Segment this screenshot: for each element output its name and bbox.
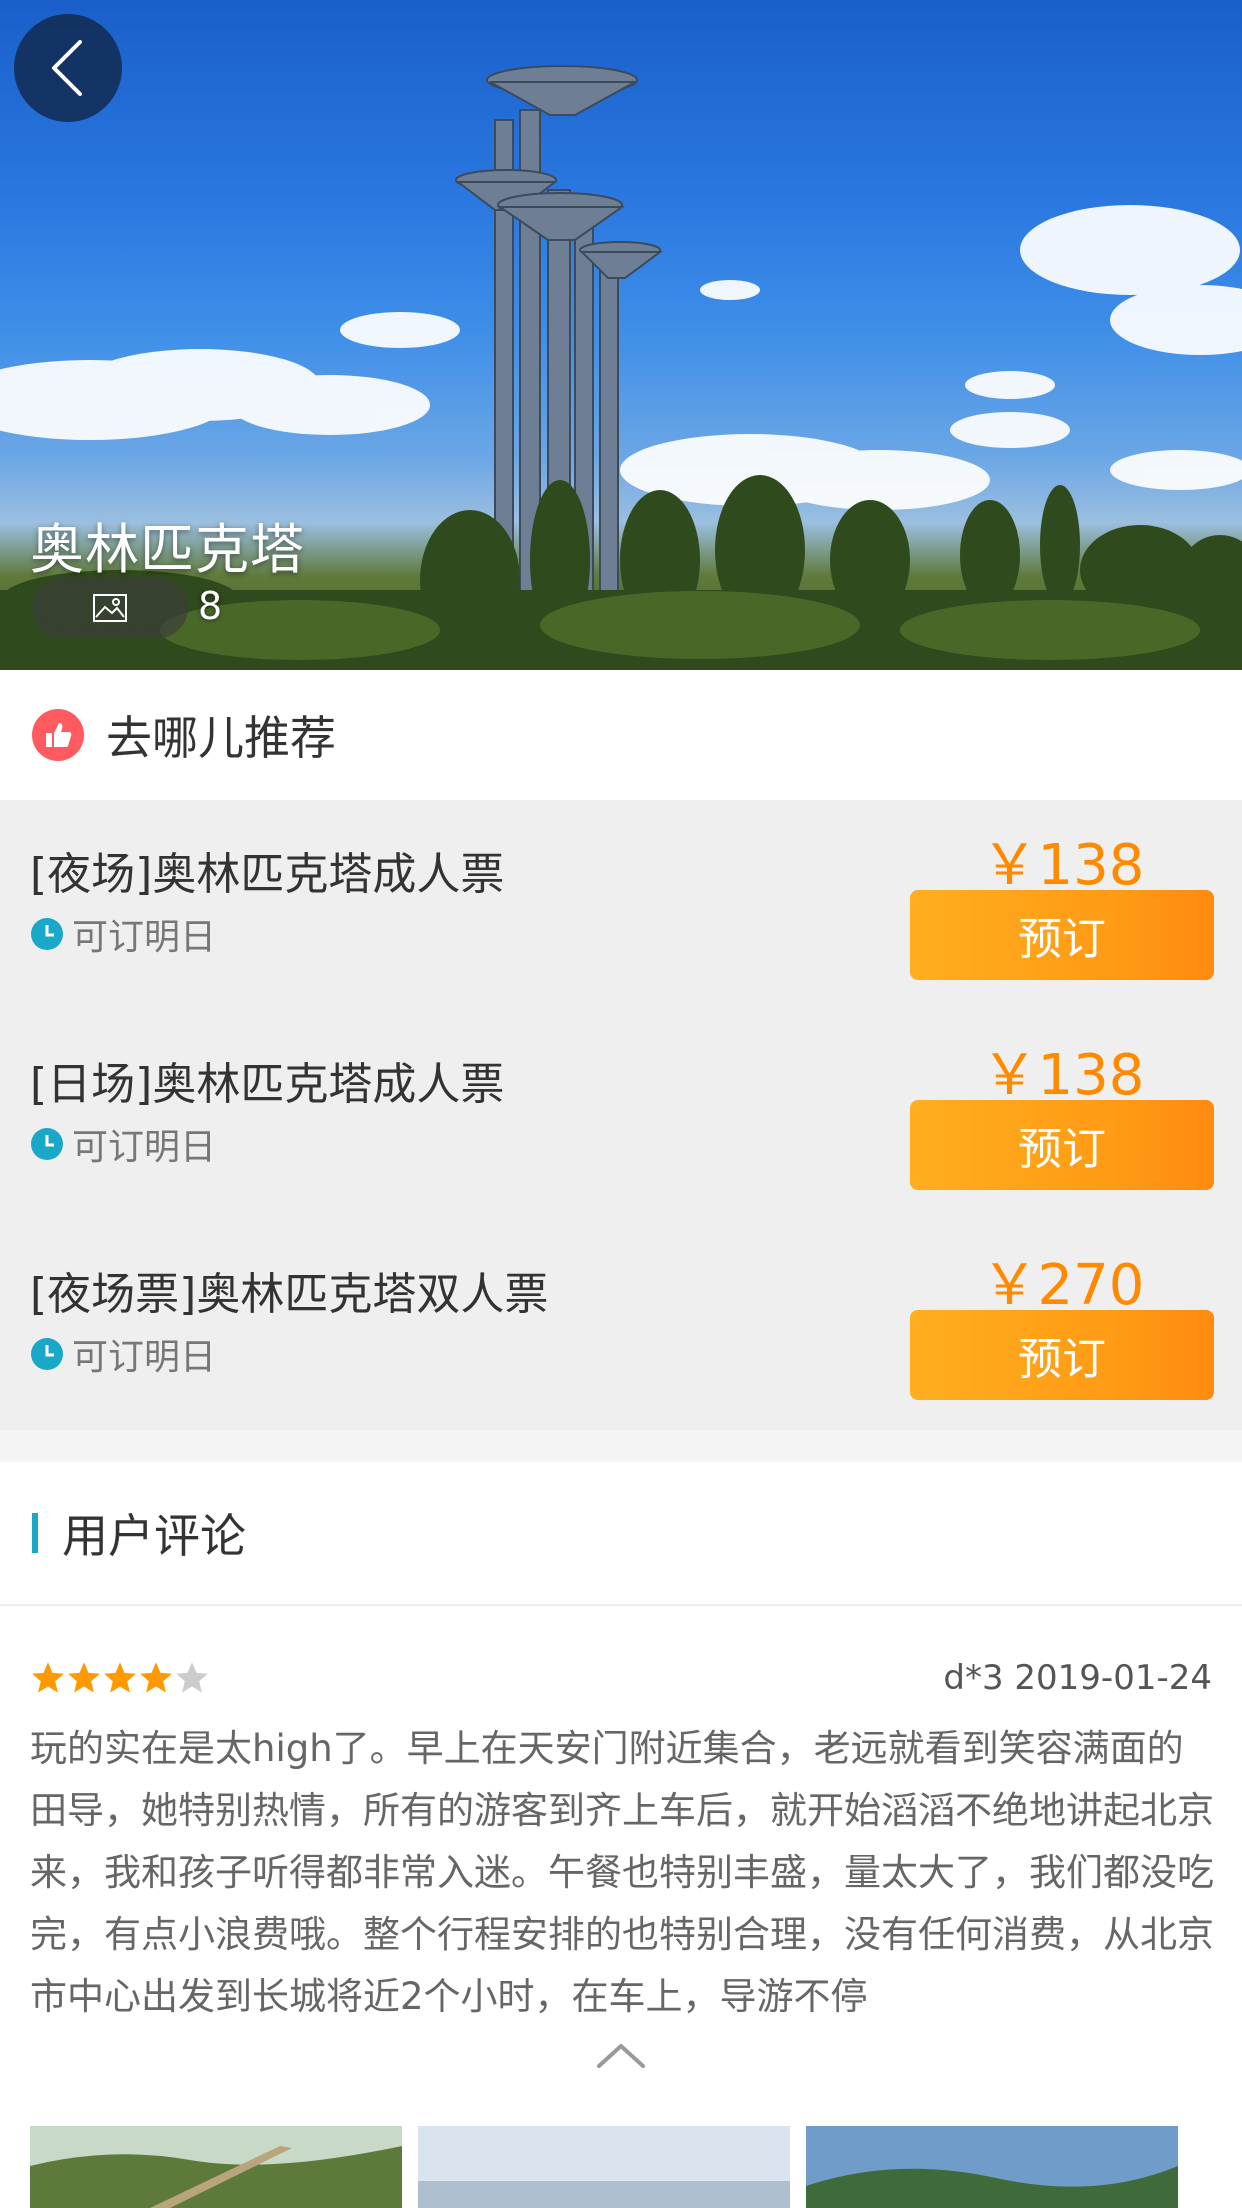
section-accent-bar xyxy=(32,1513,38,1553)
star-icon xyxy=(176,1662,208,1693)
review-text: 玩的实在是太high了。早上在天安门附近集合，老远就看到笑容满面的田导，她特别热… xyxy=(30,1727,1214,2014)
ticket-price: ￥138 xyxy=(981,833,1145,898)
attraction-title: 奥林匹克塔 xyxy=(30,518,305,581)
book-button[interactable]: 预订 xyxy=(910,1100,1214,1190)
review-photos xyxy=(30,2126,1194,2208)
ticket-name: [夜场]奥林匹克塔成人票 xyxy=(30,849,505,900)
comments-title: 用户评论 xyxy=(62,1509,246,1563)
ticket-item[interactable]: [夜场]奥林匹克塔成人票 可订明日 ￥138 预订 xyxy=(0,800,1242,1010)
book-button[interactable]: 预订 xyxy=(910,1310,1214,1400)
ticket-list: [夜场]奥林匹克塔成人票 可订明日 ￥138 预订 [日场]奥林匹克塔成人票 可… xyxy=(0,800,1242,1430)
back-arrow-icon xyxy=(52,40,82,96)
recommend-title: 去哪儿推荐 xyxy=(106,711,336,765)
hero-banner: 奥林匹克塔 8 xyxy=(0,0,1242,670)
review-photo[interactable] xyxy=(806,2126,1178,2208)
photo-gallery-button[interactable] xyxy=(32,578,188,638)
recommend-header: 去哪儿推荐 xyxy=(0,670,1242,800)
back-button[interactable] xyxy=(14,14,122,122)
ticket-price: ￥270 xyxy=(981,1253,1145,1318)
review-user-date: d*3 2019-01-24 xyxy=(943,1658,1212,1698)
photo-count: 8 xyxy=(198,584,223,628)
clock-icon xyxy=(31,1128,63,1160)
image-icon xyxy=(93,594,127,622)
star-icon xyxy=(104,1662,136,1693)
ticket-price: ￥138 xyxy=(981,1043,1145,1108)
book-button[interactable]: 预订 xyxy=(910,890,1214,980)
clock-icon xyxy=(31,1338,63,1370)
star-icon xyxy=(68,1662,100,1693)
review-card: d*3 2019-01-24 玩的实在是太high了。早上在天安门附近集合，老远… xyxy=(0,1606,1242,2208)
comments-header: 用户评论 xyxy=(0,1462,1242,1606)
ticket-availability-row: 可订明日 xyxy=(30,1118,216,1170)
ticket-availability: 可订明日 xyxy=(72,917,217,958)
ticket-item[interactable]: [日场]奥林匹克塔成人票 可订明日 ￥138 预订 xyxy=(0,1010,1242,1220)
review-photo[interactable] xyxy=(30,2126,402,2208)
rating-stars xyxy=(30,1660,210,1696)
ticket-availability-row: 可订明日 xyxy=(30,1328,216,1380)
ticket-availability-row: 可订明日 xyxy=(30,908,216,960)
ticket-name: [夜场票]奥林匹克塔双人票 xyxy=(30,1269,549,1320)
ticket-name: [日场]奥林匹克塔成人票 xyxy=(30,1059,505,1110)
ticket-availability: 可订明日 xyxy=(72,1337,217,1378)
chevron-up-icon[interactable] xyxy=(591,2036,651,2076)
ticket-item[interactable]: [夜场票]奥林匹克塔双人票 可订明日 ￥270 预订 xyxy=(0,1220,1242,1430)
thumbs-up-icon xyxy=(32,709,84,761)
star-icon xyxy=(32,1662,64,1693)
clock-icon xyxy=(31,918,63,950)
ticket-availability: 可订明日 xyxy=(72,1127,217,1168)
section-divider xyxy=(0,1430,1242,1462)
star-icon xyxy=(140,1662,172,1693)
review-photo[interactable] xyxy=(418,2126,790,2208)
